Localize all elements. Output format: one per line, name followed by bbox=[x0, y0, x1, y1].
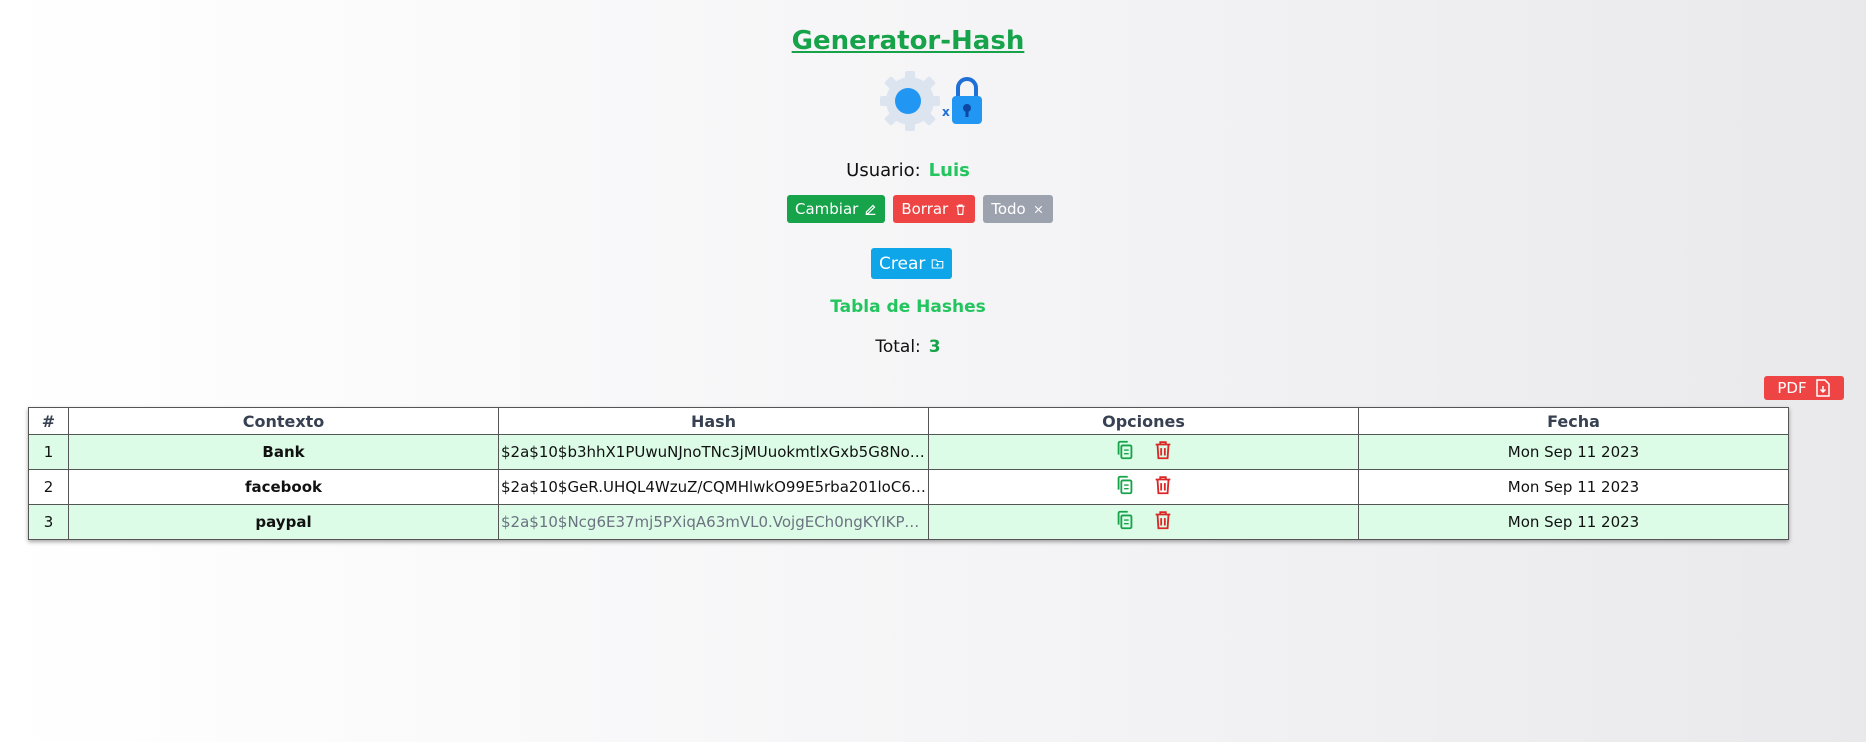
row-options bbox=[928, 469, 1359, 505]
user-name: Luis bbox=[928, 160, 970, 181]
row-context: facebook bbox=[68, 469, 499, 505]
edit-icon bbox=[865, 204, 876, 215]
row-hash[interactable]: $2a$10$b3hhX1PUwuNJnoTNc3jMUuokmtlxGxb5G… bbox=[498, 434, 929, 470]
delete-label: Borrar bbox=[901, 200, 949, 218]
pdf-button[interactable]: PDF bbox=[1764, 376, 1844, 400]
create-button[interactable]: Crear bbox=[871, 248, 953, 279]
total-label: Total: bbox=[875, 337, 921, 357]
row-date: Mon Sep 11 2023 bbox=[1358, 504, 1789, 540]
delete-user-button[interactable]: Borrar bbox=[893, 195, 976, 223]
row-number: 2 bbox=[28, 469, 69, 505]
svg-text:x: x bbox=[942, 105, 950, 119]
table-title: Tabla de Hashes bbox=[830, 297, 986, 317]
change-label: Cambiar bbox=[795, 200, 859, 218]
delete-all-button[interactable]: Todo bbox=[983, 195, 1053, 223]
copy-icon[interactable] bbox=[1114, 509, 1136, 531]
row-number: 1 bbox=[28, 434, 69, 470]
row-context: Bank bbox=[68, 434, 499, 470]
change-user-button[interactable]: Cambiar bbox=[787, 195, 886, 223]
copy-icon[interactable] bbox=[1114, 474, 1136, 496]
table-row: 2 facebook $2a$10$GeR.UHQL4WzuZ/CQMHlwkO… bbox=[28, 469, 1789, 505]
gear-lock-icon: x bbox=[880, 71, 982, 131]
col-date-header: Fecha bbox=[1358, 407, 1789, 435]
col-hash-header: Hash bbox=[498, 407, 929, 435]
table-row: 1 Bank $2a$10$b3hhX1PUwuNJnoTNc3jMUuokmt… bbox=[28, 434, 1789, 470]
hash-table: # Contexto Hash Opciones Fecha 1 Bank $2… bbox=[28, 407, 1789, 540]
col-options-header: Opciones bbox=[928, 407, 1359, 435]
user-actions: Cambiar Borrar Todo bbox=[787, 195, 1053, 223]
row-number: 3 bbox=[28, 504, 69, 540]
user-info: Usuario: Luis bbox=[0, 160, 1816, 181]
create-label: Crear bbox=[879, 253, 926, 274]
table-header-row: # Contexto Hash Opciones Fecha bbox=[28, 407, 1789, 435]
row-hash[interactable]: $2a$10$Ncg6E37mj5PXiqA63mVL0.VojgECh0ngK… bbox=[498, 504, 929, 540]
trash-icon[interactable] bbox=[1152, 509, 1174, 531]
total-info: Total: 3 bbox=[0, 337, 1816, 357]
row-context: paypal bbox=[68, 504, 499, 540]
row-date: Mon Sep 11 2023 bbox=[1358, 469, 1789, 505]
all-label: Todo bbox=[991, 200, 1026, 218]
row-date: Mon Sep 11 2023 bbox=[1358, 434, 1789, 470]
trash-icon[interactable] bbox=[1152, 439, 1174, 461]
row-options bbox=[928, 504, 1359, 540]
file-download-icon bbox=[1815, 379, 1830, 397]
pdf-label: PDF bbox=[1777, 379, 1807, 397]
row-hash[interactable]: $2a$10$GeR.UHQL4WzuZ/CQMHlwkO99E5rba201l… bbox=[498, 469, 929, 505]
row-options bbox=[928, 434, 1359, 470]
col-context-header: Contexto bbox=[68, 407, 499, 435]
table-row: 3 paypal $2a$10$Ncg6E37mj5PXiqA63mVL0.Vo… bbox=[28, 504, 1789, 540]
close-icon bbox=[1034, 205, 1042, 213]
user-label: Usuario: bbox=[846, 160, 921, 181]
trash-icon[interactable] bbox=[1152, 474, 1174, 496]
col-number-header: # bbox=[28, 407, 69, 435]
total-value: 3 bbox=[928, 337, 941, 357]
page-title[interactable]: Generator-Hash bbox=[0, 26, 1816, 56]
trash-icon bbox=[956, 203, 965, 215]
copy-icon[interactable] bbox=[1114, 439, 1136, 461]
folder-plus-icon bbox=[932, 259, 944, 269]
